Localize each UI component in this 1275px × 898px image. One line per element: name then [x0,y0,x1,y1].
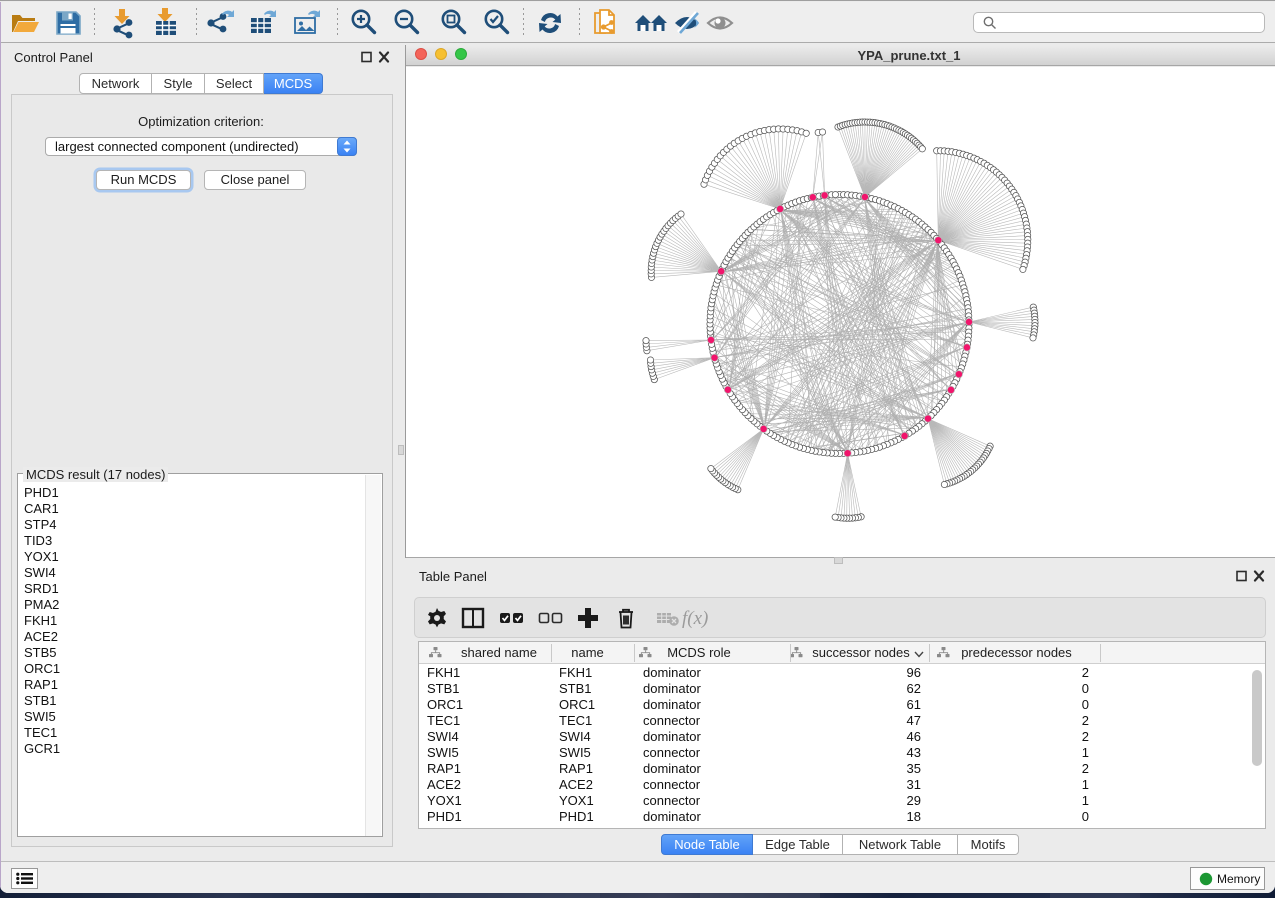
svg-text:f(x): f(x) [682,608,708,629]
